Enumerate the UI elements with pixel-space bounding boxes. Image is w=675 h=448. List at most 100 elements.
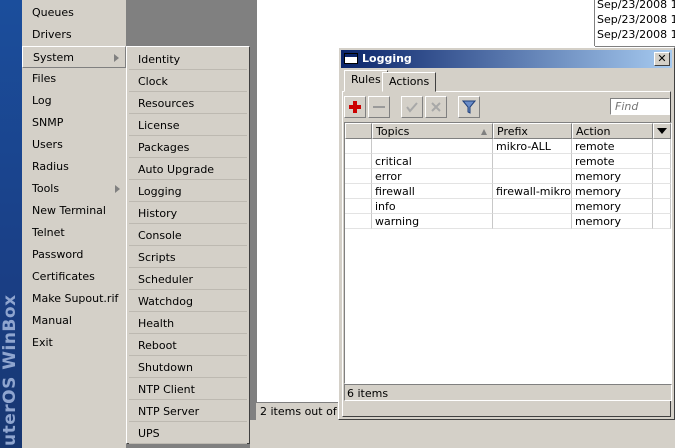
- menu-item-drivers[interactable]: Drivers: [22, 24, 126, 46]
- cell-topics: warning: [372, 214, 493, 229]
- menu-item-radius[interactable]: Radius: [22, 156, 126, 178]
- cell-blank: [345, 214, 372, 229]
- cell-action: memory: [572, 169, 653, 184]
- menu-item-label: Files: [32, 72, 57, 85]
- menu-item-tools[interactable]: Tools: [22, 178, 126, 200]
- submenu-item-health[interactable]: Health: [129, 313, 247, 334]
- column-header-prefix[interactable]: Prefix: [493, 123, 572, 139]
- close-button[interactable]: ✕: [654, 52, 670, 66]
- table-row[interactable]: firewallfirewall-mikroti...memory: [345, 184, 671, 199]
- submenu-item-logging[interactable]: Logging: [129, 181, 247, 202]
- cell-prefix: mikro-ALL: [493, 139, 572, 154]
- submenu-item-identity[interactable]: Identity: [129, 49, 247, 70]
- menu-item-queues[interactable]: Queues: [22, 2, 126, 24]
- menu-item-files[interactable]: Files: [22, 68, 126, 90]
- table-row[interactable]: info memory: [345, 199, 671, 214]
- table-row[interactable]: critical remote: [345, 154, 671, 169]
- menu-item-label: Make Supout.rif: [32, 292, 119, 305]
- menu-item-certificates[interactable]: Certificates: [22, 266, 126, 288]
- cell-prefix: [493, 199, 572, 214]
- submenu-item-ntp-client[interactable]: NTP Client: [129, 379, 247, 400]
- logging-title: Logging: [362, 52, 412, 65]
- menu-item-label: Queues: [32, 6, 74, 19]
- column-chooser-button[interactable]: [653, 123, 671, 139]
- submenu-item-license[interactable]: License: [129, 115, 247, 136]
- menu-item-label: Users: [32, 138, 63, 151]
- menu-item-exit[interactable]: Exit: [22, 332, 126, 354]
- menu-item-telnet[interactable]: Telnet: [22, 222, 126, 244]
- log-entries-panel: Sep/23/2008 12 Sep/23/2008 12 Sep/23/2008 …: [594, 0, 675, 46]
- submenu-item-resources[interactable]: Resources: [129, 93, 247, 114]
- submenu-item-watchdog[interactable]: Watchdog: [129, 291, 247, 312]
- filter-icon: [461, 100, 477, 114]
- desktop-bottom: [250, 420, 675, 448]
- enable-button[interactable]: [401, 96, 423, 118]
- find-input[interactable]: [610, 98, 670, 115]
- menu-item-manual[interactable]: Manual: [22, 310, 126, 332]
- cell-topics: [372, 139, 493, 154]
- cell-action: memory: [572, 199, 653, 214]
- tab-actions[interactable]: Actions: [382, 72, 437, 92]
- menu-item-users[interactable]: Users: [22, 134, 126, 156]
- submenu-item-shutdown[interactable]: Shutdown: [129, 357, 247, 378]
- submenu-item-scripts[interactable]: Scripts: [129, 247, 247, 268]
- cell-action: memory: [572, 214, 653, 229]
- log-line: Sep/23/2008 12: [597, 0, 675, 11]
- submenu-item-scheduler[interactable]: Scheduler: [129, 269, 247, 290]
- menu-item-snmp[interactable]: SNMP: [22, 112, 126, 134]
- submenu-item-ntp-server[interactable]: NTP Server: [129, 401, 247, 422]
- submenu-item-packages[interactable]: Packages: [129, 137, 247, 158]
- menu-item-label: System: [33, 51, 75, 64]
- menu-item-label: Radius: [32, 160, 69, 173]
- submenu-item-history[interactable]: History: [129, 203, 247, 224]
- menu-item-label: Manual: [32, 314, 72, 327]
- logging-titlebar[interactable]: Logging ✕: [341, 50, 672, 68]
- filter-button[interactable]: [458, 96, 480, 118]
- menu-item-log[interactable]: Log: [22, 90, 126, 112]
- dropdown-arrow-icon: [657, 128, 667, 134]
- add-button[interactable]: [344, 96, 366, 118]
- menu-item-password[interactable]: Password: [22, 244, 126, 266]
- submenu-item-auto-upgrade[interactable]: Auto Upgrade: [129, 159, 247, 180]
- submenu-item-clock[interactable]: Clock: [129, 71, 247, 92]
- table-row[interactable]: error memory: [345, 169, 671, 184]
- cell-prefix: [493, 214, 572, 229]
- submenu-item-console[interactable]: Console: [129, 225, 247, 246]
- menu-item-label: Tools: [32, 182, 60, 195]
- submenu-item-ups[interactable]: UPS: [129, 423, 247, 444]
- table-row[interactable]: warning memory: [345, 214, 671, 229]
- menu-gap: [126, 0, 250, 46]
- plus-icon: [349, 101, 361, 113]
- table-row[interactable]: mikro-ALL remote: [345, 139, 671, 154]
- disable-button[interactable]: [425, 96, 447, 118]
- rules-table: Topics Prefix Action mikro-ALL remote crit…: [344, 122, 672, 384]
- cell-blank: [345, 199, 372, 214]
- cell-blank: [653, 169, 671, 184]
- menu-item-label: New Terminal: [32, 204, 106, 217]
- menu-item-make-supout-rif[interactable]: Make Supout.rif: [22, 288, 126, 310]
- sort-asc-icon: [481, 129, 487, 135]
- menu-item-label: SNMP: [32, 116, 64, 129]
- remove-button[interactable]: [368, 96, 390, 118]
- menu-item-new-terminal[interactable]: New Terminal: [22, 200, 126, 222]
- submenu-item-reboot[interactable]: Reboot: [129, 335, 247, 356]
- column-header-action[interactable]: Action: [572, 123, 653, 139]
- brand-text: uterOS WinBox: [0, 294, 20, 446]
- cell-prefix: firewall-mikroti...: [493, 184, 572, 199]
- cell-blank: [345, 154, 372, 169]
- column-header-topics[interactable]: Topics: [372, 123, 493, 139]
- menu-item-system[interactable]: System: [22, 46, 126, 68]
- cell-action: remote: [572, 154, 653, 169]
- system-submenu: Identity Clock Resources License Packages Aut…: [126, 46, 250, 444]
- column-header-blank: [345, 123, 372, 139]
- cell-blank: [345, 139, 372, 154]
- menu-item-label: Certificates: [32, 270, 95, 283]
- x-icon: [431, 102, 441, 112]
- menu-item-label: Exit: [32, 336, 53, 349]
- submenu-arrow-icon: [115, 185, 120, 193]
- cell-blank: [653, 199, 671, 214]
- cell-blank: [653, 214, 671, 229]
- window-icon: [344, 53, 358, 64]
- cell-blank: [653, 184, 671, 199]
- logging-window: Logging ✕ Rules Actions Topics: [338, 47, 675, 420]
